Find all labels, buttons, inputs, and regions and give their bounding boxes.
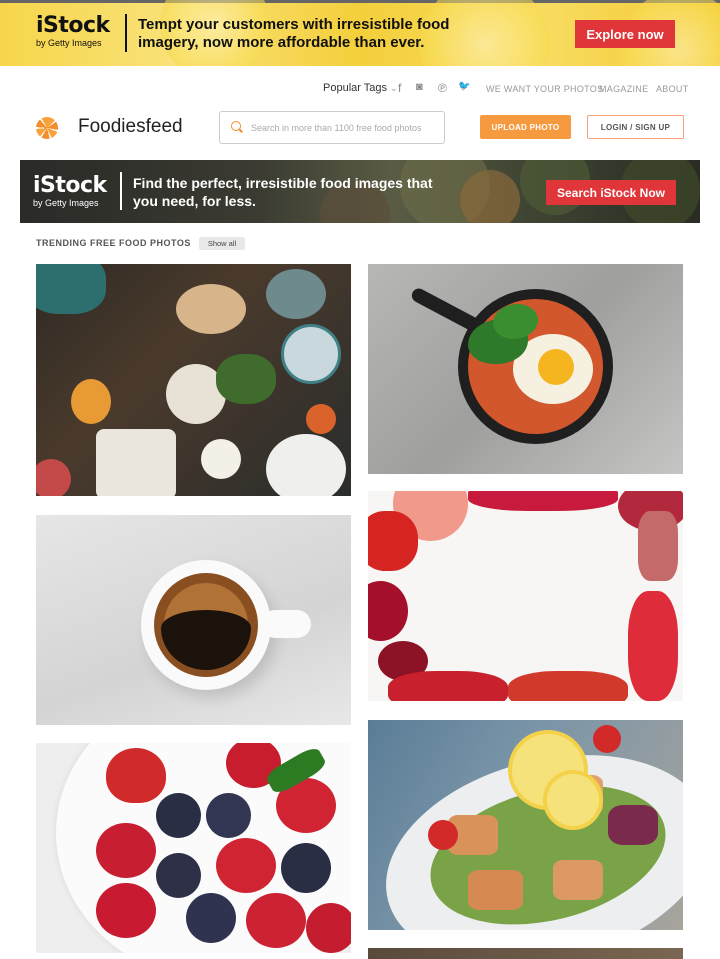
twitter-icon[interactable]: 🐦 [458,81,470,92]
magazine-link[interactable]: MAGAZINE [599,84,648,94]
istock-subtext: by Getty Images [33,198,99,208]
banner-divider [125,14,127,52]
search-box[interactable] [219,111,445,144]
we-want-your-photos-link[interactable]: WE WANT YOUR PHOTOS [486,84,603,94]
foodiesfeed-logo-icon[interactable] [36,117,58,139]
top-nav: Popular Tags ⌄ f ◙ ℗ 🐦 WE WANT YOUR PHOT… [0,80,720,98]
photo-table-spread[interactable] [36,264,351,496]
istock-wordmark: iStock [33,173,107,198]
show-all-button[interactable]: Show all [199,237,245,250]
facebook-icon[interactable]: f [398,81,401,95]
ad-headline: Find the perfect, irresistible food imag… [133,175,433,209]
istock-logo: iStock by Getty Images [33,174,113,209]
popular-tags-label: Popular Tags [323,82,388,94]
search-icon [231,121,241,131]
photo-berries[interactable] [36,743,351,953]
photo-coffee-cup[interactable] [36,515,351,725]
istock-subtext: by Getty Images [36,38,102,48]
site-logo-text[interactable]: Foodiesfeed [78,116,183,138]
photo-wood-partial[interactable] [368,948,683,959]
istock-ad-banner[interactable]: iStock by Getty Images Find the perfect,… [20,160,700,223]
section-title: TRENDING FREE FOOD PHOTOS [36,238,191,248]
chevron-down-icon: ⌄ [390,83,398,93]
istock-logo: iStock by Getty Images [36,14,116,49]
upload-photo-button[interactable]: UPLOAD PHOTO [480,115,571,139]
explore-now-button[interactable]: Explore now [575,20,675,48]
photo-fruit-frame[interactable] [368,491,683,701]
search-istock-button[interactable]: Search iStock Now [546,180,676,205]
search-input[interactable] [251,120,431,136]
pinterest-icon[interactable]: ℗ [438,81,447,95]
popular-tags-dropdown[interactable]: Popular Tags ⌄ [323,82,398,94]
top-ad-banner[interactable]: iStock by Getty Images Tempt your custom… [0,0,720,66]
photo-egg-skillet[interactable] [368,264,683,474]
banner-headline: Tempt your customers with irresistible f… [138,16,450,51]
about-link[interactable]: ABOUT [656,84,689,94]
ad-divider [120,172,122,210]
login-signup-button[interactable]: LOGIN / SIGN UP [587,115,684,139]
istock-wordmark: iStock [36,13,110,38]
photo-salmon-salad[interactable] [368,720,683,930]
instagram-icon[interactable]: ◙ [416,81,423,93]
